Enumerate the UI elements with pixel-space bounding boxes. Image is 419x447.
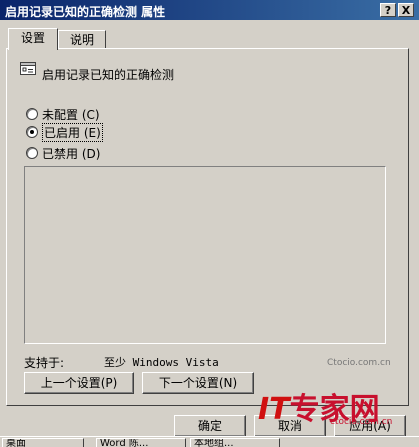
scrollbar[interactable]: [367, 167, 385, 343]
watermark-it: IT: [258, 392, 290, 427]
window-title: 启用记录已知的正确检测 属性: [5, 5, 166, 19]
close-button[interactable]: X: [398, 3, 414, 17]
watermark-url: ctocio.com.cn: [330, 417, 393, 427]
ok-button[interactable]: 确定: [174, 415, 246, 437]
options-area[interactable]: [24, 166, 386, 344]
policy-setting-icon: [20, 62, 36, 75]
watermark-logo: IT专家网 ctocio.com.cn: [258, 384, 392, 428]
radio-label: 已启用 (E): [42, 122, 103, 142]
title-bar: 启用记录已知的正确检测 属性 ? X: [0, 0, 419, 20]
tab-explain-label: 说明: [69, 33, 94, 47]
radio-button[interactable]: [26, 126, 38, 138]
radio-button[interactable]: [26, 147, 38, 159]
radio-label: 未配置 (C): [42, 107, 100, 122]
next-setting-button[interactable]: 下一个设置(N): [142, 372, 254, 394]
radio-not-configured[interactable]: 未配置 (C): [26, 106, 100, 122]
radio-disabled[interactable]: 已禁用 (D): [26, 145, 100, 161]
supported-on-value: 至少 Windows Vista: [104, 356, 219, 369]
previous-setting-button[interactable]: 上一个设置(P): [24, 372, 134, 394]
radio-button[interactable]: [26, 108, 38, 120]
tab-settings[interactable]: 设置: [8, 28, 58, 50]
tab-explain[interactable]: 说明: [58, 30, 106, 50]
tab-settings-label: 设置: [20, 31, 45, 45]
policy-name: 启用记录已知的正确检测: [42, 68, 175, 82]
watermark-url-top: Ctocio.com.cn: [327, 358, 391, 368]
supported-on-label: 支持于:: [24, 356, 65, 370]
taskbar: 桌面 Word 陈... 本地组...: [0, 436, 419, 447]
radio-label: 已禁用 (D): [42, 146, 101, 161]
radio-enabled[interactable]: 已启用 (E): [26, 122, 103, 142]
help-button[interactable]: ?: [380, 3, 396, 17]
